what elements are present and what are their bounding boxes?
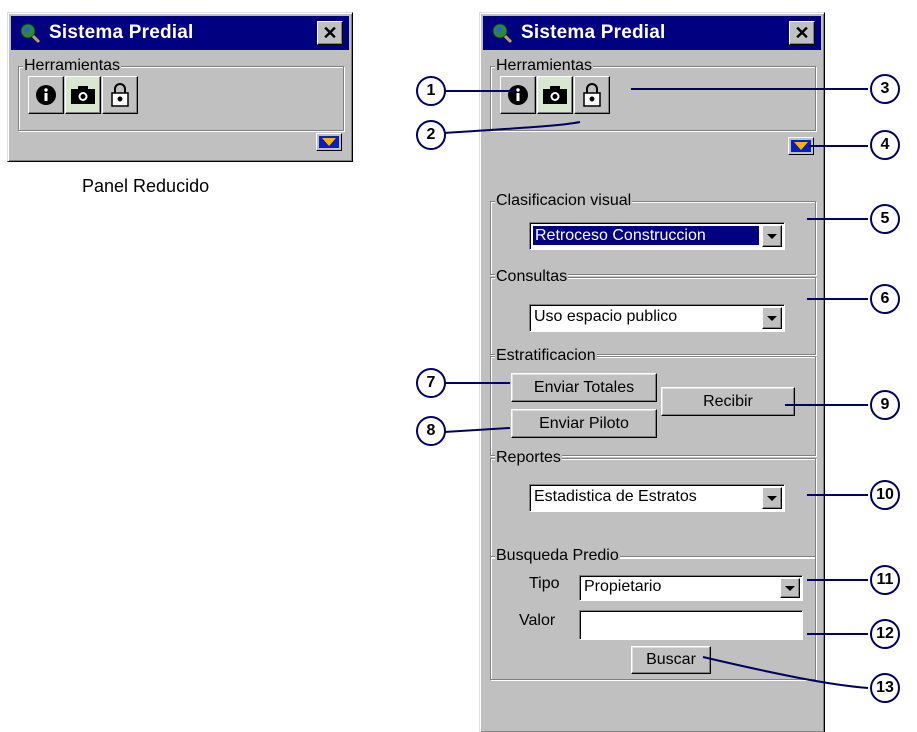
callout-10: 10 — [870, 480, 900, 510]
callout-8: 8 — [416, 416, 446, 446]
callout-11: 11 — [870, 565, 900, 595]
callout-5: 5 — [870, 204, 900, 234]
callout-1: 1 — [416, 76, 446, 106]
callout-3: 3 — [870, 74, 900, 104]
callout-lines — [443, 88, 869, 689]
callout-2: 2 — [416, 120, 446, 150]
callout-7: 7 — [416, 368, 446, 398]
callout-4: 4 — [870, 130, 900, 160]
callout-12: 12 — [870, 619, 900, 649]
callout-6: 6 — [870, 284, 900, 314]
callout-9: 9 — [870, 390, 900, 420]
callout-13: 13 — [870, 673, 900, 703]
